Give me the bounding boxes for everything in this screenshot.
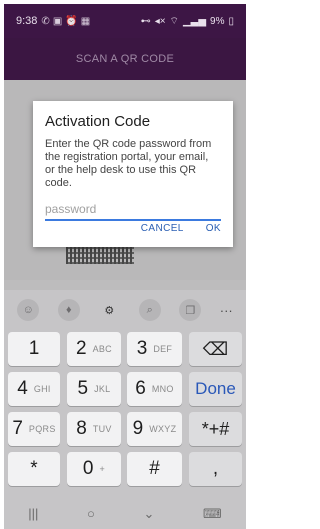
status-left-icons: ✆ ▣ ⏰ ▦ bbox=[41, 16, 90, 27]
phone-screen: 9:38 ✆ ▣ ⏰ ▦ ⊷ ◂× ⌔ ▁▃▅ 9% ▯ SCAN A QR C… bbox=[4, 4, 246, 529]
recents-icon[interactable]: ||| bbox=[28, 506, 38, 521]
symbols-key[interactable]: *+# bbox=[189, 412, 242, 446]
key-2[interactable]: 2 ABC bbox=[67, 332, 121, 366]
comma-key[interactable]: , bbox=[189, 452, 242, 486]
key-4[interactable]: 4 GHI bbox=[8, 372, 60, 406]
key-row-3: 7 PQRS 8 TUV 9 WXYZ *+# bbox=[4, 412, 246, 452]
key-row-2: 4 GHI 5 JKL 6 MNO Done bbox=[4, 372, 246, 412]
key-star[interactable]: * bbox=[8, 452, 60, 486]
battery-icon: ▯ bbox=[228, 15, 234, 27]
key-0[interactable]: 0 + bbox=[67, 452, 121, 486]
key-hash[interactable]: # bbox=[127, 452, 182, 486]
backspace-key[interactable]: ⌫ bbox=[189, 332, 242, 366]
back-icon[interactable]: ⌄ bbox=[143, 506, 154, 522]
cancel-button[interactable]: CANCEL bbox=[141, 223, 184, 234]
activation-dialog: Activation Code Enter the QR code passwo… bbox=[33, 101, 233, 247]
clipboard-icon[interactable]: ❐ bbox=[179, 299, 202, 321]
key-9[interactable]: 9 WXYZ bbox=[127, 412, 182, 446]
keyboard-hide-icon[interactable]: ⌨ bbox=[203, 506, 222, 522]
done-key[interactable]: Done bbox=[189, 372, 242, 406]
navigation-bar: ||| ○ ⌄ ⌨ bbox=[4, 498, 246, 529]
mic-icon[interactable]: ♦ bbox=[57, 299, 80, 321]
home-icon[interactable]: ○ bbox=[87, 506, 95, 521]
page-title: SCAN A QR CODE bbox=[75, 53, 175, 65]
key-1[interactable]: 1 bbox=[8, 332, 60, 366]
key-3[interactable]: 3 DEF bbox=[127, 332, 182, 366]
search-icon[interactable]: ⌕ bbox=[138, 299, 161, 321]
keyboard-toolbar: ☺ ♦ ⚙ ⌕ ❐ ··· bbox=[4, 290, 246, 330]
numeric-keyboard: ☺ ♦ ⚙ ⌕ ❐ ··· 1 2 ABC 3 DEF ⌫ 4 GHI 5 JK… bbox=[4, 290, 246, 529]
signal-icon: ▁▃▅ bbox=[182, 15, 207, 27]
wifi-icon: ⌔ bbox=[169, 15, 179, 27]
key-5[interactable]: 5 JKL bbox=[67, 372, 121, 406]
settings-icon[interactable]: ⚙ bbox=[98, 299, 120, 321]
battery-text: 9% bbox=[210, 15, 225, 27]
more-options-icon[interactable]: ··· bbox=[220, 303, 233, 318]
gallery-icon: ▣ bbox=[52, 15, 63, 27]
backspace-icon: ⌫ bbox=[202, 338, 229, 359]
link-icon: ⊷ bbox=[140, 15, 151, 27]
key-8[interactable]: 8 TUV bbox=[67, 412, 121, 446]
dialog-message: Enter the QR code password from the regi… bbox=[45, 138, 212, 189]
mute-icon: ◂× bbox=[154, 15, 166, 27]
status-bar: 9:38 ✆ ▣ ⏰ ▦ ⊷ ◂× ⌔ ▁▃▅ 9% ▯ bbox=[4, 4, 246, 38]
emoji-icon[interactable]: ☺ bbox=[17, 299, 40, 321]
app-bar: SCAN A QR CODE bbox=[4, 38, 246, 80]
ok-button[interactable]: OK bbox=[206, 223, 221, 234]
password-field-underline bbox=[45, 200, 221, 221]
key-row-4: * 0 + # , bbox=[4, 452, 246, 492]
status-right-icons: ⊷ ◂× ⌔ ▁▃▅ 9% ▯ bbox=[141, 15, 234, 28]
key-row-1: 1 2 ABC 3 DEF ⌫ bbox=[4, 332, 246, 372]
whatsapp-icon: ✆ bbox=[41, 15, 50, 27]
key-7[interactable]: 7 PQRS bbox=[8, 412, 60, 446]
status-time: 9:38 bbox=[16, 15, 38, 27]
dialog-title: Activation Code bbox=[45, 113, 151, 130]
key-6[interactable]: 6 MNO bbox=[127, 372, 182, 406]
password-input[interactable] bbox=[45, 202, 221, 216]
dialog-actions: CANCEL OK bbox=[141, 223, 221, 234]
alarm-icon: ⏰ bbox=[65, 15, 78, 27]
chat-icon: ▦ bbox=[80, 15, 91, 27]
